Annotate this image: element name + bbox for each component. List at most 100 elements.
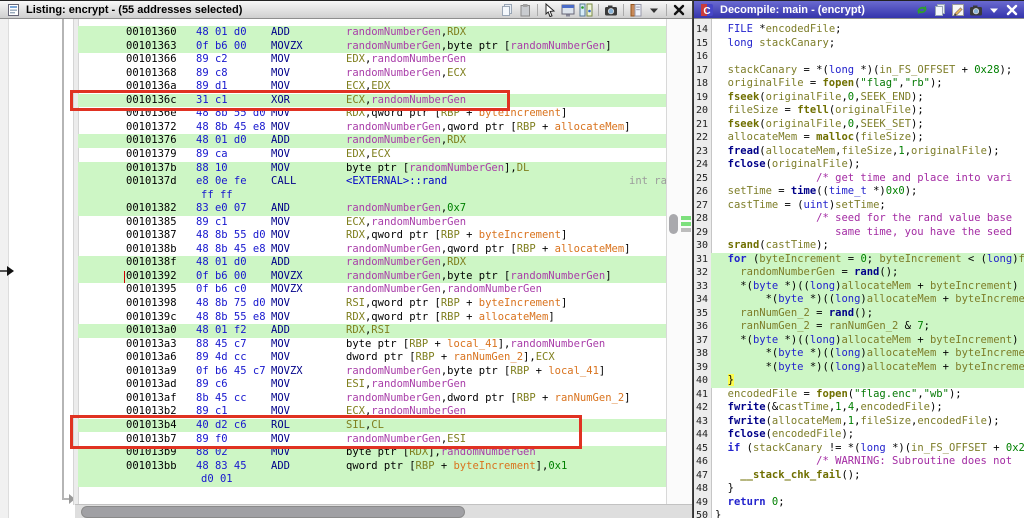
close-icon[interactable]	[1004, 2, 1020, 18]
listing-row[interactable]: 0010137b88 10MOVbyte ptr [randomNumberGe…	[78, 162, 667, 176]
decompiler-code-line[interactable]: srand(castTime);	[711, 239, 1024, 253]
decompiler-code-line[interactable]: ranNumGen_2 = rand();	[711, 307, 1024, 321]
listing-row[interactable]: 001013920f b6 00MOVZXrandomNumberGen,byt…	[78, 270, 667, 284]
listing-row[interactable]: 0010137248 8b 45 e8MOVrandomNumberGen,qw…	[78, 121, 667, 135]
copy-icon[interactable]	[499, 2, 515, 18]
listing-row[interactable]: 001013a689 4d ccMOVdword ptr [RBP + ranN…	[78, 351, 667, 365]
decompiler-code-line[interactable]: originalFile = fopen("flag","rb");	[711, 77, 1024, 91]
listing-row[interactable]: d0 01	[78, 473, 667, 487]
listing-row[interactable]: 0010139c48 8b 55 e8MOVRDX,qword ptr [RBP…	[78, 311, 667, 325]
code-token-type: long	[835, 361, 860, 373]
listing-row[interactable]: 001013ad89 c6MOVESI,randomNumberGen	[78, 378, 667, 392]
listing-row[interactable]: 0010139848 8b 75 d0MOVRSI,qword ptr [RBP…	[78, 297, 667, 311]
caret-icon[interactable]	[986, 2, 1002, 18]
decompiler-code-line[interactable]: fwrite(&castTime,1,4,encodedFile);	[711, 401, 1024, 415]
vertical-scrollbar-thumb[interactable]	[669, 214, 678, 234]
code-token-plain	[715, 469, 740, 481]
decompiler-code-line[interactable]: *(byte *)((long)allocateMem + byteIncrem…	[711, 293, 1024, 307]
decompiler-code-line[interactable]: FILE *encodedFile;	[711, 23, 1024, 37]
close-icon[interactable]	[671, 2, 687, 18]
decompiler-code-line[interactable]: /* get time and place into vari	[711, 172, 1024, 186]
decompiler-code-line[interactable]: same time, you have the seed	[711, 226, 1024, 240]
code-token-fnb: fread	[728, 145, 760, 157]
code-token-var: originalFile	[911, 145, 987, 157]
code-token-var: SEEK_END	[860, 91, 911, 103]
decompiler-code-line[interactable]: encodedFile = fopen("flag.enc","wb");	[711, 388, 1024, 402]
listing-content[interactable]: 0010136048 01 d0ADDrandomNumberGen,RDX00…	[0, 19, 692, 518]
line-number: 42	[694, 401, 708, 415]
listing-row[interactable]: 001013af8b 45 ccMOVrandomNumberGen,dword…	[78, 392, 667, 406]
listing-vertical-scrollbar[interactable]	[666, 19, 692, 505]
address: 001013a6	[126, 351, 177, 365]
listing-row[interactable]: 0010138f48 01 d0ADDrandomNumberGen,RDX	[78, 256, 667, 270]
listing-row[interactable]: 0010137648 01 d0ADDrandomNumberGen,RDX	[78, 134, 667, 148]
code-token-plain: *(	[715, 361, 778, 373]
listing-row[interactable]: 0010136048 01 d0ADDrandomNumberGen,RDX	[78, 26, 667, 40]
listing-row[interactable]: 001013a388 45 c7MOVbyte ptr [RBP + local…	[78, 338, 667, 352]
decompiler-code-line[interactable]: *(byte *)((long)allocateMem + byteIncrem…	[711, 347, 1024, 361]
decompiler-code-line[interactable]: /* WARNING: Subroutine does not	[711, 455, 1024, 469]
paste-icon[interactable]	[517, 2, 533, 18]
decompiler-code-line[interactable]: fileSize = ftell(originalFile);	[711, 104, 1024, 118]
decompiler-code-line[interactable]: /* seed for the rand value base	[711, 212, 1024, 226]
decompiler-code-line[interactable]: }	[711, 509, 1024, 518]
decompiler-code-line[interactable]: fseek(originalFile,0,SEEK_SET);	[711, 118, 1024, 132]
code-token-com: same time, you have the seed	[835, 226, 1012, 238]
listing-row[interactable]: 0010138748 8b 55 d0MOVRDX,qword ptr [RBP…	[78, 229, 667, 243]
edit-icon[interactable]	[950, 2, 966, 18]
code-token-plain: *)	[867, 185, 886, 197]
decompiler-code-line[interactable]: long stackCanary;	[711, 37, 1024, 51]
code-token-fnb: fwrite	[728, 401, 766, 413]
decompiler-code-line[interactable]: fwrite(allocateMem,1,fileSize,encodedFil…	[711, 415, 1024, 429]
decompiler-code-line[interactable]: castTime = (uint)setTime;	[711, 199, 1024, 213]
listing-row[interactable]: 001013bb48 83 45ADDqword ptr [RBP + byte…	[78, 460, 667, 474]
decompiler-code-line[interactable]: randomNumberGen = rand();	[711, 266, 1024, 280]
decompiler-code-line[interactable]: if (stackCanary != *(long *)(in_FS_OFFSE…	[711, 442, 1024, 456]
decompiler-code-line[interactable]: *(byte *)((long)allocateMem + byteIncrem…	[711, 361, 1024, 375]
toolbar-separator	[666, 4, 667, 16]
code-token-plain: ();	[879, 266, 898, 278]
refresh-icon[interactable]	[914, 2, 930, 18]
decompiler-code-line[interactable]: fseek(originalFile,0,SEEK_END);	[711, 91, 1024, 105]
listing-row[interactable]: 001013630f b6 00MOVZXrandomNumberGen,byt…	[78, 40, 667, 54]
horizontal-scrollbar-thumb[interactable]	[81, 506, 465, 518]
copy-icon[interactable]	[932, 2, 948, 18]
decompiler-code-line[interactable]: setTime = time((time_t *)0x0);	[711, 185, 1024, 199]
decompiler-code-line[interactable]: ranNumGen_2 = ranNumGen_2 & 7;	[711, 320, 1024, 334]
operand-token-stk: allocateMem	[555, 243, 625, 255]
decompiler-code-line[interactable]: __stack_chk_fail();	[711, 469, 1024, 483]
listing-row[interactable]: 0010136889 c8MOVrandomNumberGen,ECX	[78, 67, 667, 81]
listing-row[interactable]: 001013a048 01 f2ADDRDX,RSI	[78, 324, 667, 338]
listing-row[interactable]: 0010137de8 0e feCALL<EXTERNAL>::randint …	[78, 175, 667, 189]
caret-icon[interactable]	[646, 2, 662, 18]
listing-row[interactable]: 0010137989 caMOVEDX,ECX	[78, 148, 667, 162]
decompiler-code-line[interactable]: return 0;	[711, 496, 1024, 510]
decompiler-code-line[interactable]: }	[711, 482, 1024, 496]
decompiler-code-line[interactable]	[711, 50, 1024, 64]
decompiler-code-line[interactable]: stackCanary = *(long *)(in_FS_OFFSET + 0…	[711, 64, 1024, 78]
listing-horizontal-scrollbar[interactable]	[75, 504, 692, 518]
listing-row[interactable]: 0010138283 e0 07ANDrandomNumberGen,0x7	[78, 202, 667, 216]
decompiler-code-line[interactable]: fclose(originalFile);	[711, 158, 1024, 172]
cursor-icon[interactable]	[542, 2, 558, 18]
listing-row[interactable]: 001013a90f b6 45 c7MOVZXrandomNumberGen,…	[78, 365, 667, 379]
listing-row[interactable]: 001013950f b6 c0MOVZXrandomNumberGen,ran…	[78, 283, 667, 297]
listing-row[interactable]: 0010138b48 8b 45 e8MOVrandomNumberGen,qw…	[78, 243, 667, 257]
decompiler-code-line[interactable]: *(byte *)((long)allocateMem + byteIncrem…	[711, 280, 1024, 294]
decompiler-code-line[interactable]: *(byte *)((long)allocateMem + byteIncrem…	[711, 334, 1024, 348]
decompiler-code-line[interactable]: fread(allocateMem,fileSize,1,originalFil…	[711, 145, 1024, 159]
fields-icon[interactable]	[560, 2, 576, 18]
code-token-plain	[715, 172, 816, 184]
decompiler-code-line[interactable]: allocateMem = malloc(fileSize);	[711, 131, 1024, 145]
diff-icon[interactable]	[578, 2, 594, 18]
listing-row[interactable]: 0010138589 c1MOVECX,randomNumberGen	[78, 216, 667, 230]
camera-icon[interactable]	[603, 2, 619, 18]
camera-icon[interactable]	[968, 2, 984, 18]
decompiler-code-line[interactable]: }	[711, 374, 1024, 388]
listing-row[interactable]: 0010136689 c2MOVEDX,randomNumberGen	[78, 53, 667, 67]
sidebar-icon[interactable]	[628, 2, 644, 18]
listing-row[interactable]: ff ff	[78, 189, 667, 203]
decompiler-content[interactable]: 14 FILE *encodedFile;15 long stackCanary…	[694, 19, 1024, 518]
decompiler-code-line[interactable]: fclose(encodedFile);	[711, 428, 1024, 442]
decompiler-code-line[interactable]: for (byteIncrement = 0; byteIncrement < …	[711, 253, 1024, 267]
